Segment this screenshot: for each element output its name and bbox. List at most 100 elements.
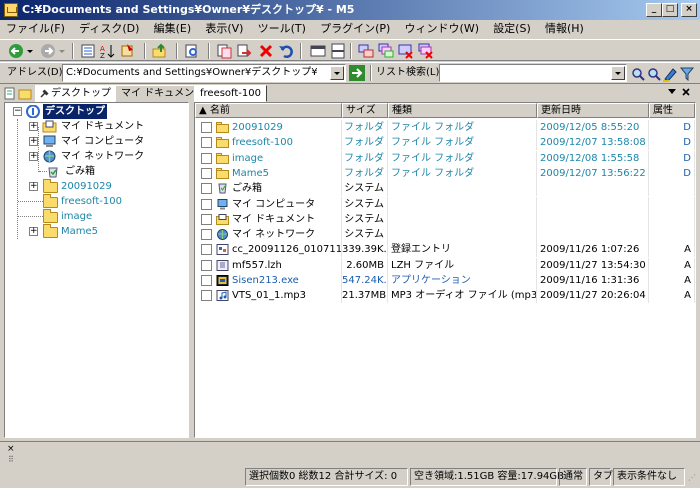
column-header-size[interactable]: サイズ bbox=[342, 103, 388, 118]
app-icon[interactable] bbox=[4, 3, 18, 17]
name-cell[interactable]: VTS_01_1.mp3 bbox=[195, 288, 342, 304]
row-checkbox[interactable] bbox=[201, 122, 212, 133]
column-header-type[interactable]: 種類 bbox=[388, 103, 537, 118]
name-cell[interactable]: マイ ドキュメント bbox=[195, 211, 342, 227]
back-icon[interactable] bbox=[8, 43, 24, 59]
close-window-icon[interactable] bbox=[398, 43, 414, 59]
name-cell[interactable]: マイ コンピュータ bbox=[195, 196, 342, 212]
menu-tools[interactable]: ツール(T) bbox=[258, 22, 306, 35]
window-cascade-icon[interactable] bbox=[378, 43, 394, 59]
highlight-icon[interactable] bbox=[662, 66, 678, 82]
move-to-icon[interactable] bbox=[236, 43, 252, 59]
table-row[interactable]: マイ ネットワーク システム bbox=[195, 227, 695, 243]
find-icon[interactable] bbox=[184, 43, 200, 59]
table-row[interactable]: mf557.lzh 2.60MB LZH ファイル 2009/11/27 13:54:… bbox=[195, 257, 695, 273]
expand-icon[interactable]: + bbox=[29, 122, 38, 131]
name-cell[interactable]: マイ ネットワーク bbox=[195, 227, 342, 243]
close-button[interactable]: × bbox=[681, 3, 697, 17]
tab-freesoft-100[interactable]: freesoft-100 bbox=[194, 85, 268, 102]
search-next-icon[interactable] bbox=[646, 66, 662, 82]
row-checkbox[interactable] bbox=[201, 213, 212, 225]
menu-edit[interactable]: 編集(E) bbox=[154, 22, 192, 35]
minimize-button[interactable]: _ bbox=[646, 3, 662, 17]
table-row[interactable]: 20091029 フォルダ ファイル フォルダ 2009/12/05 8:55:20 D bbox=[195, 120, 695, 135]
table-row[interactable]: Mame5 フォルダ ファイル フォルダ 2009/12/07 13:56:22 D bbox=[195, 165, 695, 181]
row-checkbox[interactable] bbox=[201, 152, 212, 164]
name-cell[interactable]: cc_20091126_010711.r... bbox=[195, 242, 342, 258]
row-checkbox[interactable] bbox=[201, 183, 212, 195]
menu-plugins[interactable]: プラグイン(P) bbox=[320, 22, 390, 35]
search-icon[interactable] bbox=[630, 66, 646, 82]
row-checkbox[interactable] bbox=[201, 275, 212, 286]
name-cell[interactable]: freesoft-100 bbox=[195, 135, 342, 151]
menu-view[interactable]: 表示(V) bbox=[205, 22, 243, 35]
back-dropdown-icon[interactable] bbox=[26, 43, 34, 59]
row-checkbox[interactable] bbox=[201, 167, 212, 179]
window-tile-icon[interactable] bbox=[358, 43, 374, 59]
table-row[interactable]: cc_20091126_010711.r...339.39K...登録エントリ2… bbox=[195, 242, 695, 258]
title-bar[interactable]: C:¥Documents and Settings¥Owner¥デスクトップ¥ … bbox=[0, 0, 700, 20]
list-search-input[interactable] bbox=[439, 64, 627, 82]
bottom-pane-close-button[interactable]: × bbox=[7, 444, 15, 454]
name-cell[interactable]: Mame5 bbox=[195, 165, 342, 181]
menu-disk[interactable]: ディスク(D) bbox=[79, 22, 139, 35]
forward-icon[interactable] bbox=[40, 43, 56, 59]
name-cell[interactable]: mf557.lzh bbox=[195, 257, 342, 273]
name-cell[interactable]: ごみ箱 bbox=[195, 181, 342, 197]
new-tab-icon[interactable] bbox=[4, 87, 16, 100]
copy-to-icon[interactable] bbox=[216, 43, 232, 59]
expand-icon[interactable]: + bbox=[29, 182, 38, 191]
table-row[interactable]: Sisen213.exe 547.24K... アプリケーション 2009/11/16… bbox=[195, 273, 695, 288]
name-cell[interactable]: 20091029 bbox=[195, 120, 342, 135]
expand-icon[interactable]: + bbox=[29, 152, 38, 161]
row-checkbox[interactable] bbox=[201, 137, 212, 149]
list-view-icon[interactable] bbox=[80, 43, 96, 59]
row-checkbox[interactable] bbox=[201, 244, 212, 256]
expand-icon[interactable]: + bbox=[29, 227, 38, 236]
delete-icon[interactable] bbox=[258, 43, 274, 59]
grip-icon[interactable]: ⠿ bbox=[8, 455, 14, 464]
close-all-windows-icon[interactable] bbox=[418, 43, 434, 59]
row-checkbox[interactable] bbox=[201, 259, 212, 271]
table-row[interactable]: image フォルダ ファイル フォルダ 2009/12/08 1:55:58 D bbox=[195, 150, 695, 166]
address-input[interactable]: C:¥Documents and Settings¥Owner¥デスクトップ¥ bbox=[62, 64, 346, 82]
sort-icon[interactable]: AZ bbox=[100, 43, 116, 59]
table-row[interactable]: マイ ドキュメント システム bbox=[195, 211, 695, 227]
split-pane-icon[interactable] bbox=[330, 43, 346, 59]
column-header-name[interactable]: ▲ 名前 bbox=[195, 103, 342, 118]
list-search-dropdown-button[interactable] bbox=[611, 66, 625, 80]
tab-desktop[interactable]: デスクトップ bbox=[35, 85, 117, 102]
name-cell[interactable]: Sisen213.exe bbox=[195, 273, 342, 288]
table-row[interactable]: freesoft-100 フォルダ ファイル フォルダ 2009/12/07 13:5… bbox=[195, 135, 695, 151]
tab-menu-icon[interactable] bbox=[668, 89, 676, 95]
resize-grip-icon[interactable]: ⋰ bbox=[688, 473, 696, 482]
filter-funnel-icon[interactable] bbox=[680, 66, 694, 82]
row-checkbox[interactable] bbox=[201, 198, 212, 210]
address-dropdown-button[interactable] bbox=[330, 66, 344, 80]
row-checkbox[interactable] bbox=[201, 229, 212, 241]
name-cell[interactable]: image bbox=[195, 150, 342, 166]
menu-window[interactable]: ウィンドウ(W) bbox=[405, 22, 479, 35]
collapse-icon[interactable]: − bbox=[13, 107, 22, 116]
table-row[interactable]: マイ コンピュータ システム bbox=[195, 196, 695, 212]
type-cell: MP3 オーディオ ファイル (mp3) bbox=[388, 288, 537, 304]
tab-close-icon[interactable] bbox=[682, 88, 690, 96]
menu-settings[interactable]: 設定(S) bbox=[493, 22, 531, 35]
tab-folder-icon[interactable] bbox=[18, 87, 32, 100]
single-pane-icon[interactable] bbox=[310, 43, 326, 59]
undo-icon[interactable] bbox=[278, 43, 294, 59]
expand-icon[interactable]: + bbox=[29, 137, 38, 146]
column-header-date[interactable]: 更新日時 bbox=[537, 103, 649, 118]
menu-info[interactable]: 情報(H) bbox=[545, 22, 584, 35]
filter-icon[interactable] bbox=[120, 43, 136, 59]
column-header-attr[interactable]: 属性 bbox=[649, 103, 695, 118]
forward-dropdown-icon[interactable] bbox=[58, 43, 66, 59]
table-row[interactable]: ごみ箱 システム bbox=[195, 181, 695, 197]
table-row[interactable]: VTS_01_1.mp3 21.37MB MP3 オーディオ ファイル (mp3) 2… bbox=[195, 288, 695, 304]
maximize-button[interactable]: □ bbox=[662, 3, 678, 17]
go-icon[interactable] bbox=[349, 65, 365, 81]
up-folder-icon[interactable] bbox=[152, 43, 168, 59]
menu-file[interactable]: ファイル(F) bbox=[6, 22, 65, 35]
size-cell: 2.60MB bbox=[342, 257, 388, 273]
row-checkbox[interactable] bbox=[201, 290, 212, 302]
